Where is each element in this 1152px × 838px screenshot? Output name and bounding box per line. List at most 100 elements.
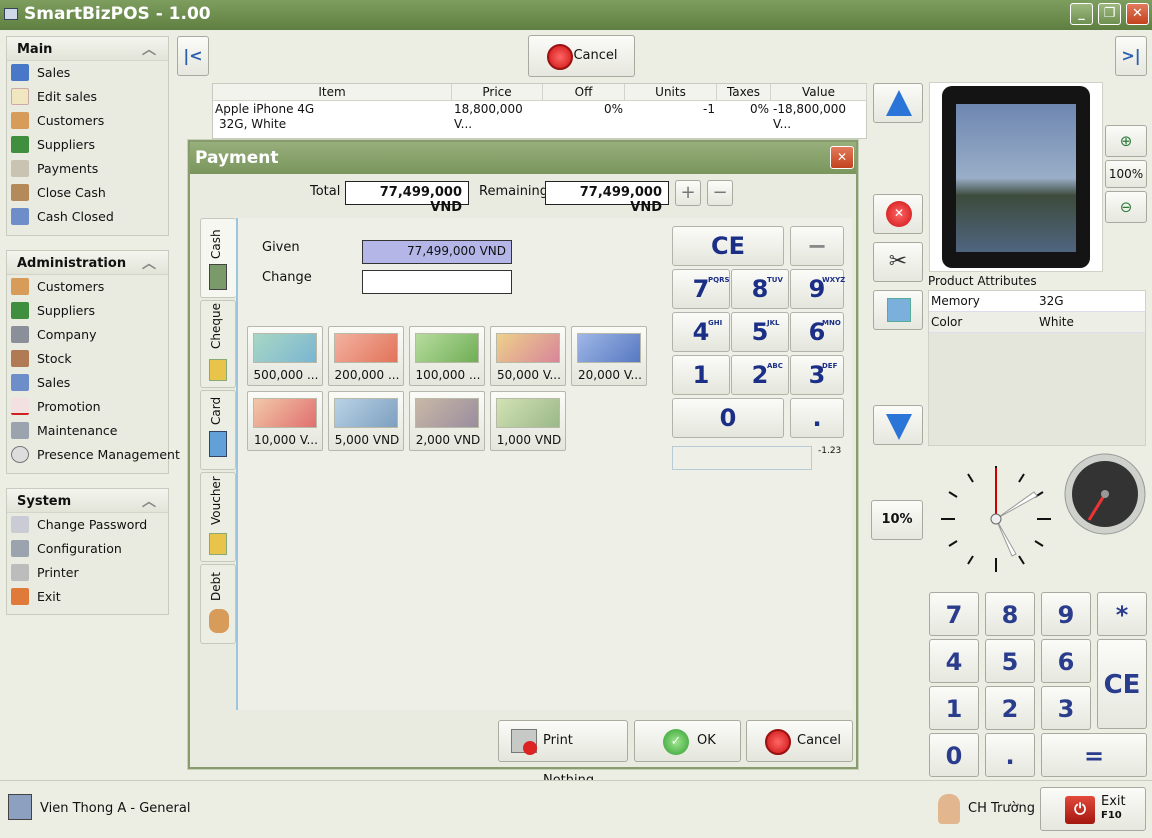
collapse-icon[interactable]: ︿ — [142, 253, 156, 273]
sidebar-item-close-cash[interactable]: Close Cash — [7, 181, 168, 205]
key-5[interactable]: 5 — [985, 639, 1035, 683]
remove-payment-button[interactable]: − — [707, 180, 733, 206]
sidebar-item-exit[interactable]: Exit — [7, 585, 168, 609]
column-header-off[interactable]: Off — [543, 84, 625, 101]
key-9[interactable]: 9 — [1041, 592, 1091, 636]
discount-button[interactable]: 10% — [871, 500, 923, 540]
cancel-payment-button[interactable]: Cancel — [746, 720, 853, 762]
tab-voucher[interactable]: Voucher — [200, 472, 236, 562]
attribute-row[interactable]: Color White — [929, 312, 1145, 333]
sidebar-item-stock[interactable]: Stock — [7, 347, 168, 371]
note-200000-button[interactable]: 200,000 ... — [328, 326, 404, 386]
column-header-value[interactable]: Value — [771, 84, 867, 101]
key-3[interactable]: 3 — [1041, 686, 1091, 730]
pad-1[interactable]: 1 — [672, 355, 730, 395]
note-500000-button[interactable]: 500,000 ... — [247, 326, 323, 386]
speed-gauge — [1064, 453, 1146, 535]
note-5000-button[interactable]: 5,000 VND — [328, 391, 404, 451]
cancel-ticket-button[interactable]: Cancel — [528, 35, 635, 77]
pad-5[interactable]: 5 JKL — [731, 312, 789, 352]
key-ce[interactable]: CE — [1097, 639, 1147, 729]
sidebar-item-suppliers[interactable]: Suppliers — [7, 133, 168, 157]
collapse-icon[interactable]: ︿ — [142, 39, 156, 59]
sidebar-item-maintenance[interactable]: Maintenance — [7, 419, 168, 443]
sidebar-item-printer[interactable]: Printer — [7, 561, 168, 585]
zoom-out-button[interactable]: ⊖ — [1105, 191, 1147, 223]
sidebar-item-configuration[interactable]: Configuration — [7, 537, 168, 561]
last-ticket-button[interactable]: >| — [1115, 36, 1147, 76]
first-ticket-button[interactable]: |< — [177, 36, 209, 76]
zoom-level[interactable]: 100% — [1105, 160, 1147, 188]
key-multiply[interactable]: * — [1097, 592, 1147, 636]
note-100000-button[interactable]: 100,000 ... — [409, 326, 485, 386]
sidebar-item-payments[interactable]: Payments — [7, 157, 168, 181]
move-down-button[interactable] — [873, 405, 923, 445]
system-panel-header[interactable]: System ︿ — [7, 489, 168, 513]
note-2000-button[interactable]: 2,000 VND — [409, 391, 485, 451]
key-decimal[interactable]: . — [985, 733, 1035, 777]
column-header-item[interactable]: Item — [213, 84, 452, 101]
move-up-button[interactable] — [873, 83, 923, 123]
key-2[interactable]: 2 — [985, 686, 1035, 730]
note-1000-button[interactable]: 1,000 VND — [490, 391, 566, 451]
pad-7[interactable]: 7 PQRS — [672, 269, 730, 309]
pad-minus[interactable]: − — [790, 226, 844, 266]
collapse-icon[interactable]: ︿ — [142, 491, 156, 511]
note-10000-button[interactable]: 10,000 V... — [247, 391, 323, 451]
sidebar-item-customers[interactable]: Customers — [7, 109, 168, 133]
sidebar-item-admin-customers[interactable]: Customers — [7, 275, 168, 299]
exit-button[interactable]: ⏻ Exit F10 — [1040, 787, 1146, 831]
sidebar-item-change-password[interactable]: Change Password — [7, 513, 168, 537]
key-equals[interactable]: = — [1041, 733, 1147, 777]
sidebar-item-sales[interactable]: Sales — [7, 61, 168, 85]
main-panel-header[interactable]: Main ︿ — [7, 37, 168, 61]
sidebar-item-promotion[interactable]: Promotion — [7, 395, 168, 419]
column-header-price[interactable]: Price — [452, 84, 543, 101]
column-header-taxes[interactable]: Taxes — [717, 84, 771, 101]
key-0[interactable]: 0 — [929, 733, 979, 777]
tab-cheque[interactable]: Cheque — [200, 300, 236, 388]
tab-cash[interactable]: Cash — [200, 218, 236, 298]
tools-icon — [11, 540, 29, 557]
pad-9[interactable]: 9 WXYZ — [790, 269, 845, 309]
close-dialog-button[interactable]: ✕ — [830, 146, 854, 169]
sidebar-item-edit-sales[interactable]: Edit sales — [7, 85, 168, 109]
add-payment-button[interactable]: + — [675, 180, 701, 206]
sidebar-item-admin-suppliers[interactable]: Suppliers — [7, 299, 168, 323]
note-50000-button[interactable]: 50,000 V... — [490, 326, 566, 386]
pad-3[interactable]: 3 DEF — [790, 355, 844, 395]
sidebar-item-cash-closed[interactable]: Cash Closed — [7, 205, 168, 229]
minimize-button[interactable]: _ — [1070, 3, 1093, 25]
tab-debt[interactable]: Debt — [200, 564, 236, 644]
key-7[interactable]: 7 — [929, 592, 979, 636]
maximize-button[interactable]: ❐ — [1098, 3, 1121, 25]
pad-ce[interactable]: CE — [672, 226, 784, 266]
split-button[interactable]: ✂ — [873, 242, 923, 282]
edit-attributes-button[interactable] — [873, 290, 923, 330]
pad-4[interactable]: 4 GHI — [672, 312, 730, 352]
close-window-button[interactable]: ✕ — [1126, 3, 1149, 25]
note-20000-button[interactable]: 20,000 V... — [571, 326, 647, 386]
print-nothing-button[interactable]: Print Nothing — [498, 720, 628, 788]
given-input[interactable]: 77,499,000 VND — [362, 240, 512, 264]
key-1[interactable]: 1 — [929, 686, 979, 730]
key-6[interactable]: 6 — [1041, 639, 1091, 683]
pad-0[interactable]: 0 — [672, 398, 784, 438]
pad-decimal[interactable]: . — [790, 398, 844, 438]
table-row-item[interactable]: Apple iPhone 4G 32G, White — [213, 102, 452, 132]
ok-button[interactable]: ✓ OK — [634, 720, 741, 762]
delete-line-button[interactable]: ✕ — [873, 194, 923, 234]
key-8[interactable]: 8 — [985, 592, 1035, 636]
sidebar-item-admin-sales[interactable]: Sales — [7, 371, 168, 395]
zoom-in-button[interactable]: ⊕ — [1105, 125, 1147, 157]
sidebar-item-presence-management[interactable]: Presence Management — [7, 443, 180, 467]
tab-card[interactable]: Card — [200, 390, 236, 470]
attribute-row[interactable]: Memory 32G — [929, 291, 1145, 312]
sidebar-item-company[interactable]: Company — [7, 323, 168, 347]
administration-panel-header[interactable]: Administration ︿ — [7, 251, 168, 275]
key-4[interactable]: 4 — [929, 639, 979, 683]
pad-2[interactable]: 2 ABC — [731, 355, 789, 395]
column-header-units[interactable]: Units — [625, 84, 717, 101]
pad-6[interactable]: 6 MNO — [790, 312, 844, 352]
pad-8[interactable]: 8 TUV — [731, 269, 789, 309]
